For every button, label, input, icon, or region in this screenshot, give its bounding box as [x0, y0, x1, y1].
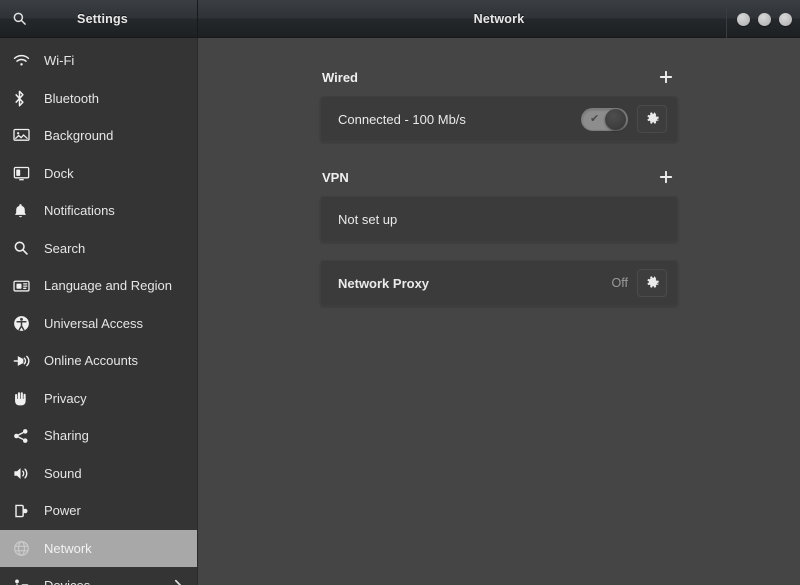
- network-proxy-state: Off: [611, 276, 628, 290]
- window-body: Wi-Fi Bluetooth Background Dock Notifica…: [0, 38, 800, 585]
- chevron-right-icon: [174, 579, 183, 585]
- sidebar-item-language-and-region[interactable]: Language and Region: [0, 267, 197, 305]
- sidebar-item-online-accounts[interactable]: Online Accounts: [0, 342, 197, 380]
- wired-row-controls: ✔: [581, 105, 667, 133]
- header-sidebar-section: Settings: [0, 0, 198, 37]
- sidebar-item-label: Search: [44, 240, 86, 256]
- sidebar-item-sound[interactable]: Sound: [0, 455, 197, 493]
- sidebar-item-wi-fi[interactable]: Wi-Fi: [0, 42, 197, 80]
- sidebar-item-privacy[interactable]: Privacy: [0, 380, 197, 418]
- wired-connection-row[interactable]: Connected - 100 Mb/s ✔: [321, 97, 677, 141]
- sidebar-item-background[interactable]: Background: [0, 117, 197, 155]
- toggle-knob: [605, 108, 626, 130]
- header-bar: Settings Network: [0, 0, 800, 38]
- network-proxy-label: Network Proxy: [338, 275, 430, 291]
- online-accounts-icon: [13, 353, 35, 369]
- sidebar-item-label: Network: [44, 540, 92, 556]
- language-icon: [13, 279, 35, 293]
- sidebar-item-power[interactable]: Power: [0, 492, 197, 530]
- network-proxy-controls: Off: [612, 269, 667, 297]
- speaker-icon: [13, 466, 35, 481]
- sidebar-item-label: Devices: [44, 578, 90, 585]
- sidebar-title: Settings: [77, 11, 128, 26]
- add-vpn-button[interactable]: [655, 166, 677, 188]
- network-icon: [13, 540, 35, 557]
- sidebar-item-bluetooth[interactable]: Bluetooth: [0, 80, 197, 118]
- wired-card: Connected - 100 Mb/s ✔: [320, 96, 678, 142]
- accessibility-icon: [13, 315, 35, 332]
- search-icon: [12, 11, 27, 26]
- vpn-status-row[interactable]: Not set up: [321, 197, 677, 241]
- close-button[interactable]: [779, 12, 792, 26]
- wired-title: Wired: [322, 69, 358, 85]
- sidebar-item-label: Sound: [44, 465, 82, 481]
- checkmark-icon: ✔: [590, 112, 600, 125]
- sidebar-item-label: Wi-Fi: [44, 53, 75, 69]
- search-icon: [13, 240, 35, 256]
- gear-icon: [645, 275, 660, 291]
- sidebar-item-label: Online Accounts: [44, 353, 138, 369]
- share-icon: [13, 428, 35, 444]
- plus-icon: [659, 70, 673, 84]
- sidebar-item-label: Bluetooth: [44, 90, 99, 106]
- vpn-card: Not set up: [320, 196, 678, 242]
- sidebar-item-label: Language and Region: [44, 278, 172, 294]
- hand-icon: [13, 390, 35, 406]
- sidebar-item-label: Dock: [44, 165, 74, 181]
- wired-status-label: Connected - 100 Mb/s: [338, 111, 466, 127]
- sidebar-item-dock[interactable]: Dock: [0, 155, 197, 193]
- sidebar-item-label: Sharing: [44, 428, 89, 444]
- content-area: Wired Connected - 100 Mb/s ✔ VPN Not set…: [198, 38, 800, 585]
- network-proxy-row[interactable]: Network Proxy Off: [321, 261, 677, 305]
- network-proxy-card: Network Proxy Off: [320, 260, 678, 306]
- settings-window: Settings Network Wi-Fi Bluetooth Backgro…: [0, 0, 800, 585]
- sidebar-item-label: Universal Access: [44, 315, 143, 331]
- wired-settings-button[interactable]: [637, 105, 667, 133]
- add-wired-button[interactable]: [655, 66, 677, 88]
- vpn-status-label: Not set up: [338, 211, 398, 227]
- bell-icon: [13, 203, 35, 219]
- page-title: Network: [473, 11, 525, 26]
- header-main-section: Network: [198, 0, 800, 38]
- minimize-button[interactable]: [737, 12, 750, 26]
- sidebar-item-label: Power: [44, 503, 81, 519]
- wired-section-header: Wired: [320, 64, 678, 90]
- dock-icon: [13, 166, 35, 181]
- sidebar-item-label: Background: [44, 128, 114, 144]
- devices-icon: [13, 578, 35, 585]
- wired-toggle[interactable]: ✔: [581, 107, 628, 131]
- bluetooth-icon: [13, 90, 35, 107]
- sidebar-item-label: Privacy: [44, 390, 87, 406]
- sidebar-item-sharing[interactable]: Sharing: [0, 417, 197, 455]
- gear-icon: [645, 111, 660, 127]
- window-controls: [726, 0, 792, 38]
- sidebar: Wi-Fi Bluetooth Background Dock Notifica…: [0, 38, 198, 585]
- power-icon: [13, 503, 35, 519]
- network-proxy-settings-button[interactable]: [637, 269, 667, 297]
- background-icon: [13, 128, 35, 143]
- network-panel: Wired Connected - 100 Mb/s ✔ VPN Not set…: [320, 38, 678, 306]
- sidebar-item-search[interactable]: Search: [0, 230, 197, 268]
- wifi-icon: [13, 54, 35, 68]
- maximize-button[interactable]: [758, 12, 771, 26]
- search-button[interactable]: [0, 0, 38, 38]
- sidebar-item-notifications[interactable]: Notifications: [0, 192, 197, 230]
- vpn-section-header: VPN: [320, 164, 678, 190]
- plus-icon: [659, 170, 673, 184]
- sidebar-item-network[interactable]: Network: [0, 529, 197, 567]
- vpn-title: VPN: [322, 169, 349, 185]
- sidebar-item-universal-access[interactable]: Universal Access: [0, 305, 197, 343]
- sidebar-item-devices[interactable]: Devices: [0, 567, 197, 585]
- sidebar-item-label: Notifications: [44, 203, 115, 219]
